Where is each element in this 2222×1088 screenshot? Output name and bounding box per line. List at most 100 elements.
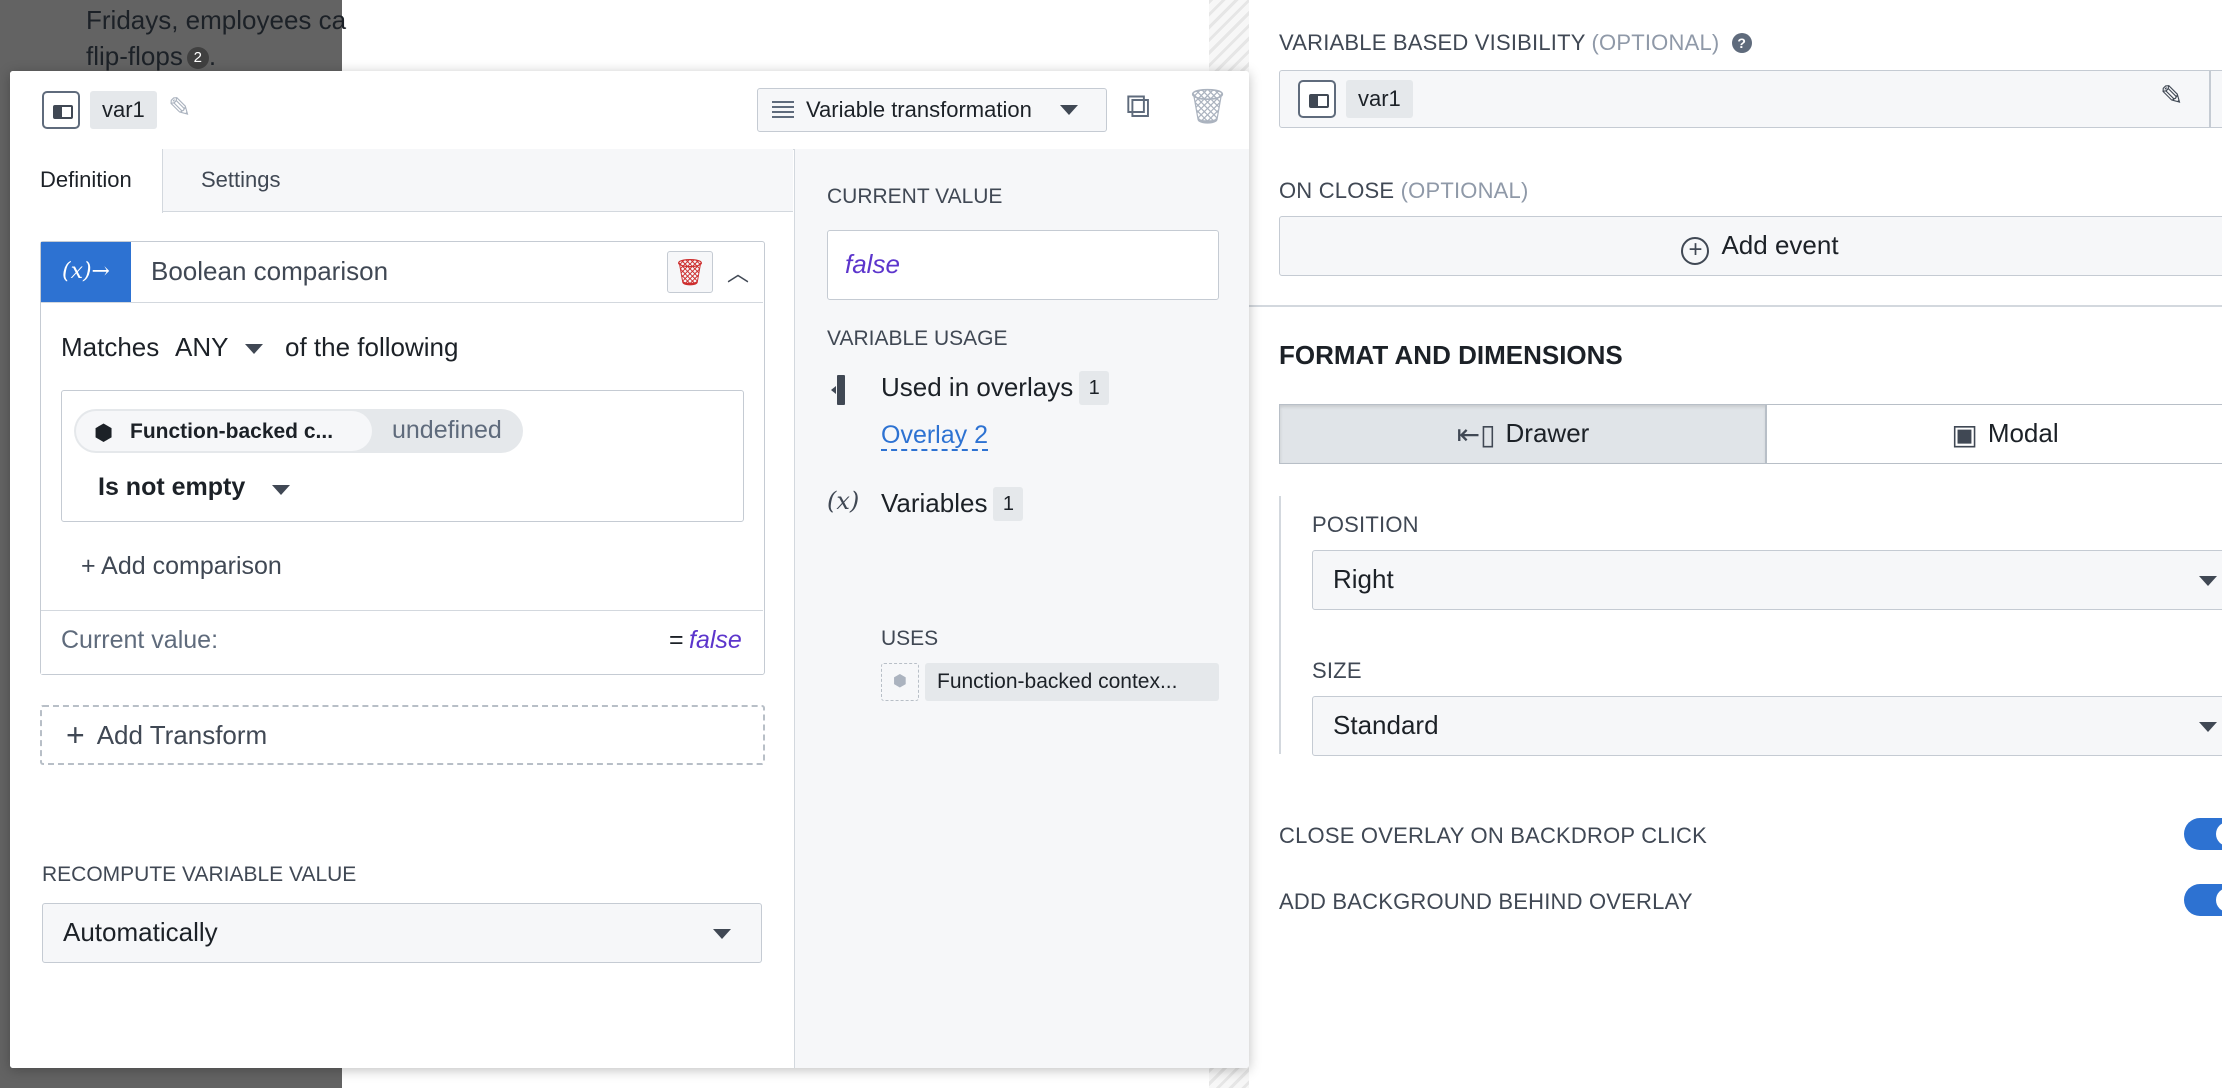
variable-name[interactable]: var1 [90, 91, 157, 129]
definition-pane: Definition Settings (x)→ Boolean compari… [10, 149, 793, 1068]
mode-drawer-button[interactable]: ⇤▯ Drawer [1279, 404, 1767, 464]
chevron-down-icon [2199, 576, 2217, 586]
background-overlay-label: ADD BACKGROUND BEHIND OVERLAY [1279, 889, 1693, 914]
tab-settings[interactable]: Settings [171, 149, 311, 211]
close-on-backdrop-toggle[interactable] [2184, 818, 2222, 850]
indent-guide [1279, 496, 1281, 754]
usage-current-value: false [827, 230, 1219, 300]
variable-type-select[interactable]: Variable transformation [757, 88, 1107, 132]
drawer-icon: ⇤▯ [1456, 419, 1496, 450]
chevron-down-icon [713, 929, 731, 939]
plus-icon: + [66, 717, 85, 753]
overlay-icon-bar [837, 375, 845, 405]
delete-transform-button[interactable]: 🗑 [667, 251, 713, 293]
chevron-up-icon[interactable]: ︿ [727, 256, 749, 288]
variables-count-badge: 1 [993, 487, 1024, 521]
add-event-button[interactable]: + Add event [1279, 216, 2222, 276]
pencil-icon[interactable]: ✎ [168, 91, 191, 124]
visibility-variable-chip: var1 [1346, 80, 1413, 118]
background-overlay-toggle[interactable] [2184, 884, 2222, 916]
variable-usage-label: VARIABLE USAGE [827, 327, 1008, 350]
position-value: Right [1333, 564, 1394, 594]
operator-select[interactable]: Is not empty [98, 473, 298, 507]
list-icon [772, 101, 794, 118]
matches-prefix: Matches [61, 332, 160, 362]
footnote-badge: 2 [186, 47, 209, 70]
tab-definition[interactable]: Definition [10, 149, 163, 213]
variable-editor-dialog: var1 ✎ Variable transformation ⧉ 🗑 Defin… [10, 71, 1249, 1068]
mode-modal-label: Modal [1987, 418, 2059, 448]
usage-current-value-label: CURRENT VALUE [827, 185, 1003, 208]
matches-value: ANY [175, 332, 229, 362]
overlay-icon-arrow [831, 386, 836, 394]
background-text-line-2-label: flip-flops [86, 41, 183, 71]
overlay-settings-panel: VARIABLE BASED VISIBILITY (OPTIONAL) ? v… [1249, 0, 2222, 1088]
used-in-overlays-label: Used in overlays [881, 372, 1074, 402]
position-label: POSITION [1312, 512, 1419, 537]
modal-icon: ▣ [1951, 419, 1978, 450]
mode-modal-button[interactable]: ▣ Modal [1765, 404, 2222, 464]
visibility-label: VARIABLE BASED VISIBILITY (OPTIONAL) ? [1279, 30, 1752, 56]
size-select[interactable]: Standard [1312, 696, 2222, 756]
operator-value: Is not empty [98, 473, 246, 501]
add-transform-button[interactable]: + Add Transform [40, 705, 765, 765]
variables-usage: Variables 1 [881, 487, 1024, 521]
variable-icon [1298, 80, 1336, 118]
chevron-down-icon [272, 485, 290, 495]
transform-header: (x)→ Boolean comparison 🗑 ︿ [41, 242, 763, 303]
overlay-link-text: Overlay 2 [881, 421, 988, 451]
visibility-optional-text: (OPTIONAL) [1591, 30, 1720, 55]
usage-pane: CURRENT VALUE false VARIABLE USAGE Used … [794, 149, 1249, 1068]
transform-card: (x)→ Boolean comparison 🗑 ︿ Matches ANY … [40, 241, 765, 675]
recompute-value: Automatically [63, 917, 218, 947]
transform-badge: (x)→ [41, 242, 131, 302]
condition-source: ⬢ Function-backed c... [76, 411, 372, 451]
matches-select[interactable]: ANY [175, 332, 271, 366]
visibility-variable-field[interactable]: var1 ✎ ✕ [1279, 70, 2222, 128]
cube-icon: ⬢ [881, 663, 919, 701]
background-text-line-2: flip-flops 2. [86, 41, 217, 71]
transform-current-value: Current value: = false [41, 610, 763, 674]
pencil-icon[interactable]: ✎ [2160, 79, 2183, 112]
overlays-count-badge: 1 [1079, 371, 1110, 405]
matches-row: Matches [61, 332, 159, 363]
add-event-label: Add event [1721, 230, 1839, 260]
plus-circle-icon: + [1681, 237, 1710, 265]
current-value-eq: = [669, 626, 684, 654]
size-label: SIZE [1312, 658, 1362, 683]
duplicate-icon[interactable]: ⧉ [1126, 87, 1150, 126]
chevron-down-icon [2199, 722, 2217, 732]
position-select[interactable]: Right [1312, 550, 2222, 610]
overlay-link[interactable]: Overlay 2 [881, 421, 988, 451]
cube-icon: ⬢ [94, 420, 114, 445]
dialog-header: var1 ✎ Variable transformation ⧉ 🗑 [10, 71, 1249, 150]
uses-item-chip[interactable]: Function-backed contex... [925, 663, 1219, 701]
add-comparison-button[interactable]: + Add comparison [81, 552, 282, 581]
format-heading: FORMAT AND DIMENSIONS [1279, 340, 1623, 370]
current-value-label: Current value: [61, 626, 219, 654]
recompute-select[interactable]: Automatically [42, 903, 762, 963]
condition-value: undefined [392, 416, 502, 444]
condition-source-label: Function-backed c... [130, 420, 334, 443]
comparison-condition: ⬢ Function-backed c... undefined Is not … [61, 390, 744, 522]
help-icon[interactable]: ? [1731, 33, 1752, 53]
section-divider [1249, 305, 2222, 307]
visibility-label-text: VARIABLE BASED VISIBILITY [1279, 30, 1586, 55]
mode-drawer-label: Drawer [1505, 418, 1590, 448]
background-text: Fridays, employees ca flip-flops 2. [86, 2, 346, 74]
background-text-line-1: Fridays, employees ca [86, 5, 347, 35]
trash-icon: 🗑 [673, 257, 707, 287]
field-divider [2209, 71, 2211, 127]
variable-type-value: Variable transformation [806, 97, 1032, 122]
variables-icon: (x) [827, 487, 860, 515]
size-value: Standard [1333, 710, 1439, 740]
used-in-overlays: Used in overlays 1 [881, 371, 1110, 405]
tab-bar: Definition Settings [10, 149, 793, 213]
on-close-label-text: ON CLOSE [1279, 178, 1395, 203]
add-event-content: + Add event [1280, 217, 2222, 274]
condition-source-pill[interactable]: ⬢ Function-backed c... undefined [74, 409, 523, 453]
current-value: false [689, 626, 742, 654]
recompute-label: RECOMPUTE VARIABLE VALUE [42, 863, 357, 886]
add-transform-label: Add Transform [96, 720, 268, 750]
trash-icon[interactable]: 🗑 [1186, 87, 1229, 127]
